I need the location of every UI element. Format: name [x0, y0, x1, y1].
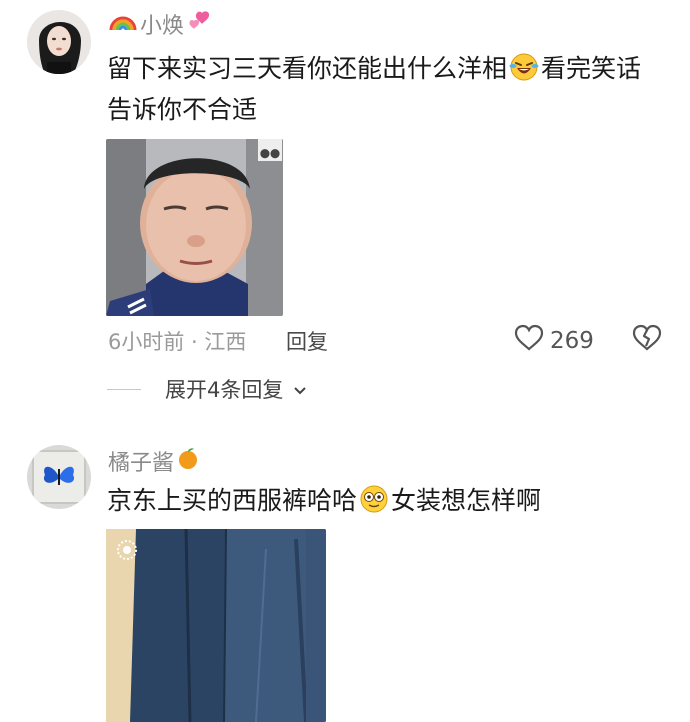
- flushed-face-emoji-icon: [359, 484, 389, 514]
- username-label: 橘子酱: [108, 451, 175, 476]
- comment-text: 京东上买的西服裤哈哈 女装想怎样啊: [107, 484, 542, 515]
- comment-item: 橘子酱 京东上买的西服裤哈哈 女装想怎样啊: [0, 0, 690, 722]
- username[interactable]: 橘子酱: [108, 446, 200, 476]
- tangerine-icon: [176, 446, 200, 476]
- comment-image[interactable]: [106, 529, 326, 722]
- avatar[interactable]: [27, 445, 91, 509]
